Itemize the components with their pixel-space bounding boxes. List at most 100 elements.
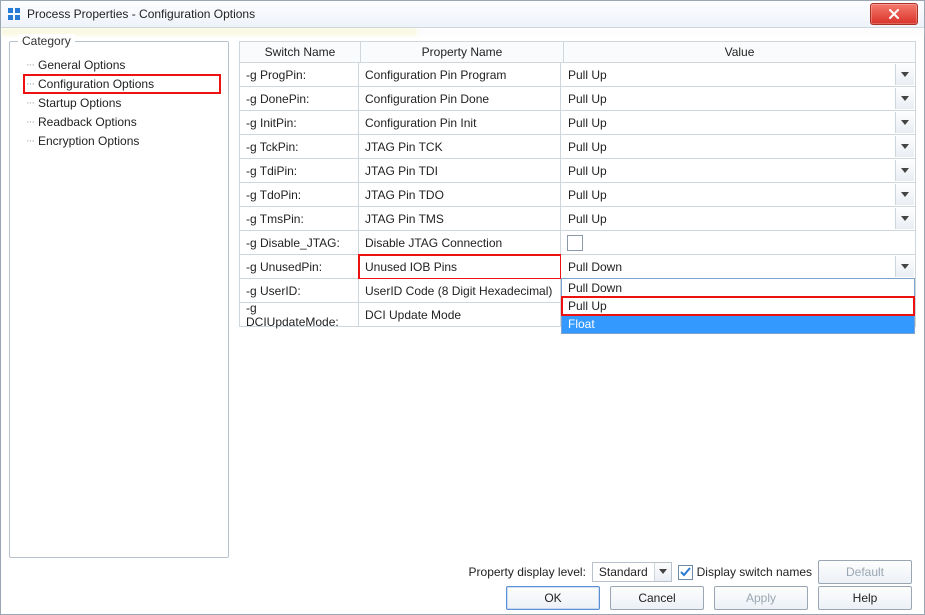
col-prop-header: Property Name [361,41,564,63]
cancel-button[interactable]: Cancel [610,586,704,610]
table-row: -g Disable_JTAG:Disable JTAG Connection [239,231,916,255]
value-cell: Pull Up [561,135,916,159]
combo-option[interactable]: Pull Up [562,297,914,315]
property-cell: DCI Update Mode [359,303,561,327]
footer-row-buttons: OK Cancel Apply Help [9,586,916,610]
property-cell: Configuration Pin Done [359,87,561,111]
switch-cell: -g InitPin: [239,111,359,135]
value-checkbox[interactable] [567,235,583,251]
switch-cell: -g DCIUpdateMode: [239,303,359,327]
process-properties-dialog: Process Properties - Configuration Optio… [0,0,925,615]
category-item[interactable]: ···Readback Options [24,113,220,131]
decorative-blur [1,28,924,36]
combo-value: Pull Up [562,212,895,226]
default-button[interactable]: Default [818,560,912,584]
display-level-label: Property display level: [469,565,586,579]
value-combo[interactable]: Pull Up [562,208,914,229]
grid-header: Switch Name Property Name Value [239,41,916,63]
tree-dots-icon: ··· [26,135,34,147]
combo-value: Pull Up [562,92,895,106]
value-combo[interactable]: Pull Up [562,184,914,205]
chevron-down-icon [654,563,671,581]
property-cell: Configuration Pin Program [359,63,561,87]
switch-cell: -g TdiPin: [239,159,359,183]
combo-dropdown[interactable]: Pull DownPull UpFloat [561,278,915,334]
value-combo[interactable]: Pull Up [562,88,914,109]
footer-row-options: Property display level: Standard Display… [9,562,916,582]
value-cell: Pull Up [561,207,916,231]
titlebar: Process Properties - Configuration Optio… [1,1,924,28]
value-cell: Pull Up [561,159,916,183]
value-combo[interactable]: Pull Up [562,160,914,181]
ok-button[interactable]: OK [506,586,600,610]
app-icon [7,7,21,21]
combo-value: Pull Up [562,188,895,202]
chevron-down-icon [895,184,914,205]
property-cell: Configuration Pin Init [359,111,561,135]
properties-grid: Switch Name Property Name Value -g ProgP… [239,41,916,558]
value-combo[interactable]: Pull Up [562,112,914,133]
property-cell: JTAG Pin TCK [359,135,561,159]
switch-cell: -g UserID: [239,279,359,303]
checkbox-checked-icon [678,565,693,580]
value-combo[interactable]: Pull Up [562,136,914,157]
grid-body: -g ProgPin:Configuration Pin ProgramPull… [239,63,916,327]
col-switch-header: Switch Name [239,41,361,63]
display-switch-names-toggle[interactable]: Display switch names [678,565,812,580]
table-row: -g DonePin:Configuration Pin DonePull Up [239,87,916,111]
display-level-value: Standard [593,565,654,579]
chevron-down-icon [895,256,914,277]
category-item[interactable]: ···Startup Options [24,94,220,112]
window-title: Process Properties - Configuration Optio… [27,7,870,21]
tree-dots-icon: ··· [26,78,34,90]
combo-value: Pull Up [562,164,895,178]
category-label: Startup Options [38,96,121,110]
category-label: General Options [38,58,125,72]
switch-cell: -g TdoPin: [239,183,359,207]
close-button[interactable] [870,3,918,25]
table-row: -g TckPin:JTAG Pin TCKPull Up [239,135,916,159]
col-value-header: Value [564,41,916,63]
display-level-select[interactable]: Standard [592,562,672,582]
value-combo[interactable]: Pull Up [562,64,914,85]
content-area: Category ···General Options···Configurat… [9,41,916,558]
table-row: -g ProgPin:Configuration Pin ProgramPull… [239,63,916,87]
value-cell: Pull DownPull DownPull UpFloat [561,255,916,279]
combo-value: Pull Up [562,116,895,130]
property-cell: UserID Code (8 Digit Hexadecimal) [359,279,561,303]
display-switch-names-label: Display switch names [697,565,812,579]
table-row: -g InitPin:Configuration Pin InitPull Up [239,111,916,135]
category-item[interactable]: ··· General Options [24,56,220,74]
tree-dots-icon: ··· [26,59,34,71]
switch-cell: -g DonePin: [239,87,359,111]
apply-button[interactable]: Apply [714,586,808,610]
combo-option[interactable]: Float [562,315,914,333]
chevron-down-icon [895,208,914,229]
combo-value: Pull Up [562,68,895,82]
category-item[interactable]: ···Encryption Options [24,132,220,150]
property-cell: JTAG Pin TDI [359,159,561,183]
dialog-footer: Property display level: Standard Display… [9,562,916,606]
table-row: -g TdiPin:JTAG Pin TDIPull Up [239,159,916,183]
category-legend: Category [18,34,75,48]
category-tree: ··· General Options ··· Configuration Optio… [18,56,220,150]
value-cell [561,231,916,255]
chevron-down-icon [895,136,914,157]
chevron-down-icon [895,88,914,109]
chevron-down-icon [895,112,914,133]
value-cell: Pull Up [561,183,916,207]
chevron-down-icon [895,64,914,85]
table-row: -g TdoPin:JTAG Pin TDOPull Up [239,183,916,207]
value-cell: Pull Up [561,111,916,135]
switch-cell: -g TckPin: [239,135,359,159]
property-cell: Unused IOB Pins [359,255,561,279]
property-cell: Disable JTAG Connection [359,231,561,255]
category-label: Configuration Options [38,77,154,91]
table-row: -g UnusedPin:Unused IOB PinsPull DownPul… [239,255,916,279]
category-item[interactable]: ··· Configuration Options [24,75,220,93]
help-button[interactable]: Help [818,586,912,610]
category-panel: Category ···General Options···Configurat… [9,41,229,558]
value-combo[interactable]: Pull Down [562,256,914,277]
combo-option[interactable]: Pull Down [562,279,914,297]
switch-cell: -g UnusedPin: [239,255,359,279]
